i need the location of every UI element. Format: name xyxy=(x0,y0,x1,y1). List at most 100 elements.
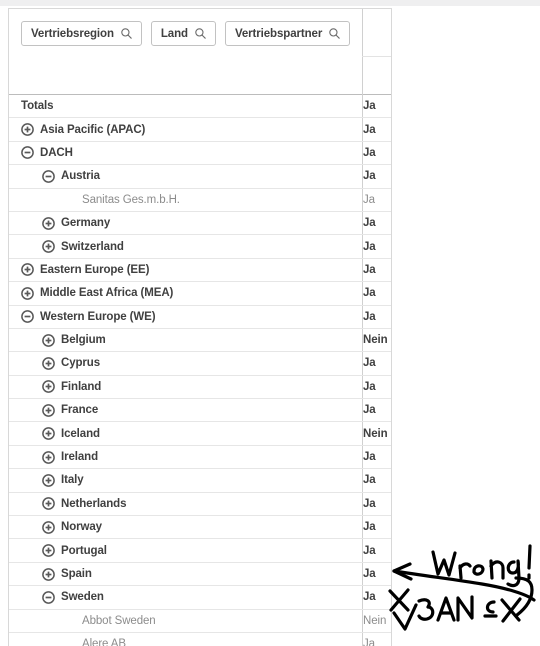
table-cell-value: Ja xyxy=(362,305,391,329)
header-column-separator xyxy=(362,56,391,57)
table-cell-label: Italy xyxy=(9,468,363,493)
table-cell-label: Totals xyxy=(9,95,363,119)
table-cell-label: Sweden xyxy=(9,585,363,610)
row-label: Austria xyxy=(61,170,100,183)
table-cell-value: Ja xyxy=(362,141,391,166)
row-label: DACH xyxy=(40,146,73,159)
row-label: Ireland xyxy=(61,451,99,464)
row-label: Spain xyxy=(61,568,92,580)
tree-expand-icon[interactable] xyxy=(42,403,55,417)
table-cell-value: Nein xyxy=(362,328,391,353)
row-label: Italy xyxy=(61,474,84,487)
table-cell-label: Finland xyxy=(9,375,363,400)
table-row[interactable]: Ireland Ja xyxy=(9,445,391,470)
table-cell-value: Ja xyxy=(362,164,391,189)
table-cell-value: Ja xyxy=(362,468,391,493)
table-cell-label: Portugal xyxy=(9,538,363,563)
table-row[interactable]: Norway Ja xyxy=(9,515,391,540)
tree-collapse-icon[interactable] xyxy=(21,146,34,160)
tree-collapse-icon[interactable] xyxy=(42,591,55,604)
row-label: Germany xyxy=(61,217,111,230)
table-row[interactable]: Iceland Nein xyxy=(9,421,391,446)
table-row[interactable]: Sanitas Ges.m.b.H. Ja xyxy=(9,188,391,212)
search-icon xyxy=(121,28,132,39)
row-label: Eastern Europe (EE) xyxy=(40,263,150,276)
tree-expand-icon[interactable] xyxy=(42,240,55,253)
table-row[interactable]: Austria Ja xyxy=(9,164,391,189)
row-label: Sanitas Ges.m.b.H. xyxy=(82,193,180,206)
table-cell-label: Belgium xyxy=(9,328,363,353)
table-cell-label: Ireland xyxy=(9,445,363,470)
table-row[interactable]: Spain Ja xyxy=(9,562,391,587)
table-row[interactable]: Abbot Sweden Nein xyxy=(9,609,391,633)
search-icon xyxy=(329,28,340,39)
table-cell-value: Ja xyxy=(362,211,391,236)
table-cell-value: Ja xyxy=(362,515,391,540)
tree-expand-icon[interactable] xyxy=(42,544,55,557)
table-row[interactable]: Finland Ja xyxy=(9,375,391,400)
tree-expand-icon[interactable] xyxy=(21,286,34,300)
table-row[interactable]: Totals Ja xyxy=(9,95,391,119)
tree-expand-icon[interactable] xyxy=(21,263,34,277)
tree-expand-icon[interactable] xyxy=(42,497,55,511)
table-cell-label: DACH xyxy=(9,141,363,166)
tree-expand-icon[interactable] xyxy=(42,216,55,230)
table-row[interactable]: Alere AB Ja xyxy=(9,632,391,646)
table-cell-label: Iceland xyxy=(9,421,363,446)
table-row[interactable]: Italy Ja xyxy=(9,468,391,493)
table-row[interactable]: Middle East Africa (MEA) Ja xyxy=(9,281,391,306)
row-label: Western Europe (WE) xyxy=(40,310,156,323)
table-cell-value: Ja xyxy=(362,234,391,259)
table-cell-label: Abbot Sweden xyxy=(9,609,363,633)
table-cell-label: Eastern Europe (EE) xyxy=(9,258,363,283)
tree-expand-icon[interactable] xyxy=(42,567,55,581)
table-cell-value: Ja xyxy=(362,95,391,119)
filter-bar: Vertriebsregion Land Vertriebspartner xyxy=(9,9,391,95)
row-label: Abbot Sweden xyxy=(82,614,156,627)
table-row[interactable]: Netherlands Ja xyxy=(9,492,391,517)
tree-expand-icon[interactable] xyxy=(42,474,55,487)
table-cell-value: Ja xyxy=(362,398,391,423)
tree-expand-icon[interactable] xyxy=(42,380,55,394)
table-row[interactable]: Belgium Nein xyxy=(9,328,391,353)
filter-chip-label: Land xyxy=(160,27,188,40)
table-row[interactable]: France Ja xyxy=(9,398,391,423)
filter-chip-vertriebsregion[interactable]: Vertriebsregion xyxy=(21,21,142,46)
table-row[interactable]: Portugal Ja xyxy=(9,538,391,563)
table-cell-value: Ja xyxy=(362,445,391,470)
row-label: Finland xyxy=(61,380,102,393)
filter-chip-land[interactable]: Land xyxy=(150,21,216,46)
table-row[interactable]: Germany Ja xyxy=(9,211,391,236)
table-row[interactable]: Western Europe (WE) Ja xyxy=(9,305,391,329)
table-cell-value: Nein xyxy=(362,421,391,446)
filter-chip-vertriebspartner[interactable]: Vertriebspartner xyxy=(224,21,351,46)
table-cell-value: Ja xyxy=(362,117,391,142)
tree-collapse-icon[interactable] xyxy=(42,170,55,183)
filter-chip-label: Vertriebspartner xyxy=(234,27,323,40)
table-cell-value: Ja xyxy=(362,632,391,646)
table-cell-label: Switzerland xyxy=(9,234,363,259)
table-row[interactable]: DACH Ja xyxy=(9,141,391,166)
row-label: Belgium xyxy=(61,334,106,347)
table-row[interactable]: Cyprus Ja xyxy=(9,351,391,376)
tree-expand-icon[interactable] xyxy=(42,427,55,441)
table-cell-value: Nein xyxy=(362,609,391,633)
table-row[interactable]: Asia Pacific (APAC) Ja xyxy=(9,117,391,142)
table-cell-value: Ja xyxy=(362,538,391,563)
table-cell-label: Sanitas Ges.m.b.H. xyxy=(9,188,363,212)
tree-expand-icon[interactable] xyxy=(42,450,55,464)
table-cell-label: Germany xyxy=(9,211,363,236)
tree-expand-icon[interactable] xyxy=(42,333,55,347)
tree-expand-icon[interactable] xyxy=(42,520,55,534)
header-column-divider xyxy=(362,9,363,95)
table-row[interactable]: Sweden Ja xyxy=(9,585,391,610)
tree-expand-icon[interactable] xyxy=(42,357,55,370)
table-row[interactable]: Switzerland Ja xyxy=(9,234,391,259)
table-row[interactable]: Eastern Europe (EE) Ja xyxy=(9,258,391,283)
tree-collapse-icon[interactable] xyxy=(21,310,34,324)
table-cell-value: Ja xyxy=(362,375,391,400)
row-label: Middle East Africa (MEA) xyxy=(40,287,174,300)
tree-expand-icon[interactable] xyxy=(21,123,34,136)
